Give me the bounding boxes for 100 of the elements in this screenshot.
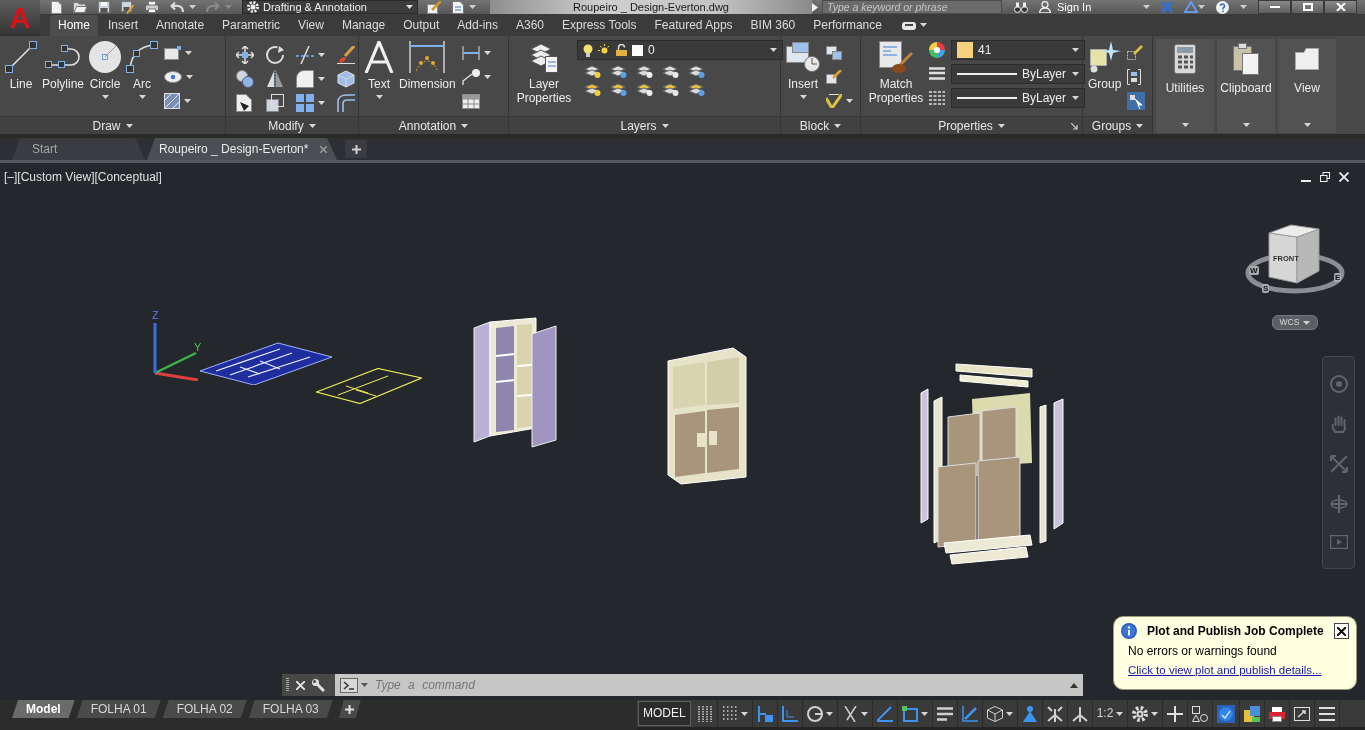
four-arrows-icon[interactable]	[236, 46, 254, 64]
layout-tab[interactable]: FOLHA 03	[248, 700, 333, 718]
ribbon-tab[interactable]: Featured Apps	[646, 15, 741, 36]
ribbon-tab[interactable]: Express Tools	[554, 15, 645, 36]
linetype-dropdown[interactable]: ByLayer	[951, 88, 1085, 108]
color-wheel-icon[interactable]	[929, 42, 945, 58]
table-icon[interactable]	[461, 93, 480, 109]
pointer-tile-icon[interactable]	[1127, 92, 1146, 110]
dimension-line-icon[interactable]	[461, 46, 480, 60]
annotation-scale-button[interactable]: 1:2	[1092, 700, 1129, 727]
layer-properties-button[interactable]: Layer Properties	[512, 39, 576, 105]
viewport-controls-label[interactable]: [–][Custom View][Conceptual]	[4, 170, 162, 185]
pencil-icon[interactable]	[1127, 45, 1144, 61]
compass-label[interactable]: E	[1334, 273, 1342, 282]
model-space-button[interactable]: MODEL	[638, 701, 691, 726]
print-icon[interactable]	[145, 1, 159, 13]
arc-button[interactable]: Arc	[124, 39, 161, 99]
curved-lines-icon[interactable]	[337, 94, 355, 112]
ribbon-tab[interactable]: Add-ins	[449, 15, 506, 36]
caret-up-icon[interactable]	[1070, 682, 1078, 688]
caret-icon[interactable]	[318, 53, 325, 57]
toggle-icon[interactable]	[901, 22, 916, 30]
ribbon-tab[interactable]: Insert	[100, 15, 147, 36]
caret-icon[interactable]	[919, 23, 927, 27]
group-button[interactable]: Group	[1086, 39, 1124, 91]
layer-stack-icon[interactable]	[585, 82, 601, 96]
text-button[interactable]: Text	[362, 39, 396, 99]
coordinate-system-dropdown[interactable]: WCS	[1272, 315, 1318, 330]
layer-stack-icon[interactable]	[663, 82, 679, 96]
ribbon-tab[interactable]: Annotate	[148, 15, 213, 36]
recent-commands-button[interactable]	[340, 677, 368, 693]
new-layout-button[interactable]	[338, 700, 361, 718]
document-tab[interactable]: Roupeiro _ Design-Everton*	[147, 138, 337, 160]
restore-button[interactable]	[1320, 172, 1330, 182]
binoculars-icon[interactable]	[1014, 1, 1028, 13]
grip-icon[interactable]	[286, 678, 289, 692]
layout-tab[interactable]: FOLHA 01	[76, 700, 161, 718]
ribbon-tab[interactable]: Parametric	[214, 15, 289, 36]
close-button[interactable]	[1333, 623, 1349, 639]
panel-menu-button[interactable]: Utilities	[1156, 39, 1214, 133]
close-button[interactable]	[1324, 0, 1358, 14]
ribbon-tab[interactable]: View	[290, 15, 332, 36]
pencil-square-icon[interactable]	[826, 70, 842, 84]
minimize-button[interactable]	[1258, 0, 1292, 14]
caret-icon[interactable]	[189, 5, 196, 9]
layer-stack-icon[interactable]	[637, 64, 653, 78]
panel-menu-button[interactable]: Clipboard	[1217, 39, 1275, 133]
hatched-square-icon[interactable]	[164, 93, 181, 109]
close-icon[interactable]	[320, 145, 327, 153]
open-folder-icon[interactable]	[73, 1, 87, 13]
overlapping-squares-icon[interactable]	[266, 94, 284, 112]
caret-icon[interactable]	[1143, 5, 1151, 9]
ellipse-icon[interactable]	[164, 71, 183, 83]
page-arrow-icon[interactable]	[236, 94, 252, 112]
right-triangle-icon[interactable]	[812, 2, 818, 12]
layer-stack-icon[interactable]	[637, 82, 653, 96]
layer-stack-icon[interactable]	[611, 82, 627, 96]
command-field[interactable]: Type a command	[335, 674, 1083, 696]
lineweight-dropdown[interactable]: ByLayer	[951, 64, 1085, 84]
workspace-dropdown[interactable]: Drafting & Annotation	[242, 0, 418, 14]
sign-in-button[interactable]: Sign In	[1039, 1, 1092, 13]
dimension-button[interactable]: Dimension	[397, 39, 458, 91]
panel-title-button[interactable]: Draw	[90, 118, 135, 133]
caret-icon[interactable]	[483, 75, 491, 79]
color-dropdown[interactable]: 41	[951, 40, 1085, 60]
bracket-squares-icon[interactable]	[1127, 69, 1142, 85]
layer-stack-icon[interactable]	[663, 64, 679, 78]
layout-tab[interactable]: Model	[12, 700, 75, 718]
close-command-line-button[interactable]	[296, 680, 305, 690]
caret-icon[interactable]	[318, 77, 325, 81]
new-tab-button[interactable]	[345, 140, 367, 158]
brush-icon[interactable]	[337, 46, 355, 64]
caret-icon[interactable]	[184, 99, 192, 103]
ribbon-tab[interactable]: Manage	[333, 15, 394, 36]
rounded-corner-icon[interactable]	[296, 70, 314, 88]
caret-icon[interactable]	[469, 5, 476, 9]
panel-menu-button[interactable]: View	[1278, 39, 1336, 133]
save-as-icon[interactable]	[121, 0, 134, 14]
rectangle-icon[interactable]	[164, 46, 182, 60]
compass-label[interactable]: S	[1262, 284, 1270, 293]
squares-icon[interactable]	[826, 46, 842, 60]
line-button[interactable]: Line	[3, 39, 39, 91]
caret-icon[interactable]	[483, 51, 491, 55]
save-icon[interactable]	[98, 1, 110, 13]
maximize-button[interactable]	[1291, 0, 1325, 14]
diagonal-arrow-icon[interactable]	[1071, 123, 1078, 130]
ring-dot-icon[interactable]	[1329, 375, 1348, 393]
two-circles-icon[interactable]	[236, 70, 254, 88]
layer-stack-icon[interactable]	[611, 64, 627, 78]
caret-icon[interactable]	[1240, 5, 1248, 9]
search-field[interactable]: Type a keyword or phrase	[822, 0, 1002, 14]
undo-icon[interactable]	[170, 2, 184, 12]
insert-button[interactable]: Insert	[784, 39, 822, 99]
ribbon-tab[interactable]: Performance	[805, 15, 890, 36]
dashed-line-cross-icon[interactable]	[296, 46, 314, 64]
caret-icon[interactable]	[185, 51, 193, 55]
layout-tab[interactable]: FOLHA 02	[162, 700, 247, 718]
layer-stack-icon[interactable]	[585, 64, 601, 78]
pen-paper-icon[interactable]	[427, 0, 441, 14]
caret-icon[interactable]	[186, 75, 194, 79]
